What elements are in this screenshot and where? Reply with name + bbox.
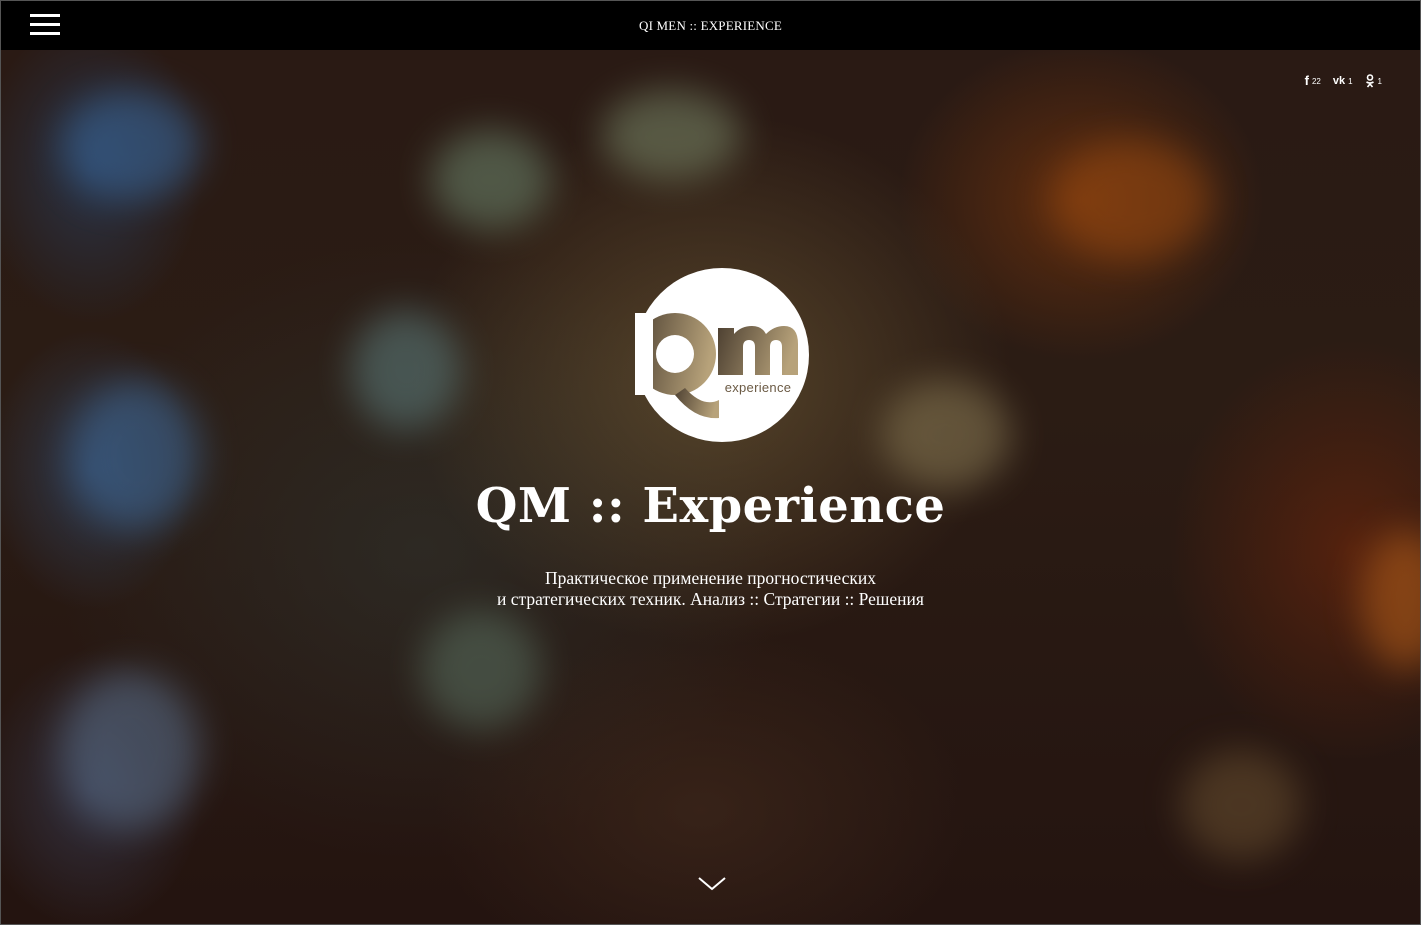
facebook-icon: f (1304, 73, 1309, 88)
background-blur (421, 610, 541, 730)
hero-section: f 22 vk 1 1 experience QM:: Experience … (1, 50, 1420, 924)
background-blur (601, 90, 741, 180)
share-count: 1 (1377, 76, 1382, 86)
site-title[interactable]: QI MEN :: EXPERIENCE (1, 18, 1420, 34)
odnoklassniki-icon (1365, 74, 1374, 88)
hero-subtitle: Практическое применение прогностических … (1, 568, 1420, 610)
hero-subtitle-line: Практическое применение прогностических (544, 568, 877, 588)
odnoklassniki-share[interactable]: 1 (1365, 74, 1382, 88)
social-share-bar: f 22 vk 1 1 (1305, 74, 1382, 88)
hero-subtitle-line: и стратегических техник. Анализ :: Страт… (497, 589, 924, 609)
background-blur (431, 130, 551, 230)
top-navbar: QI MEN :: EXPERIENCE (1, 1, 1420, 50)
qm-experience-logo: experience (635, 268, 809, 442)
background-blur (1051, 140, 1211, 260)
facebook-share[interactable]: f 22 (1305, 74, 1321, 88)
share-count: 1 (1348, 76, 1353, 86)
hero-title: QM :: Experience (475, 478, 946, 534)
background-blur (1181, 750, 1301, 860)
background-blur (881, 380, 1011, 490)
vk-share[interactable]: vk 1 (1333, 74, 1353, 88)
logo-experience-text: experience (725, 380, 792, 395)
share-count: 22 (1311, 76, 1321, 86)
background-blur (61, 90, 201, 200)
chevron-down-icon[interactable] (697, 875, 727, 893)
background-blur (61, 670, 201, 830)
page: QI MEN :: EXPERIENCE f 22 vk 1 1 experie… (0, 0, 1421, 925)
vk-icon: vk (1332, 75, 1346, 87)
background-blur (351, 310, 461, 430)
